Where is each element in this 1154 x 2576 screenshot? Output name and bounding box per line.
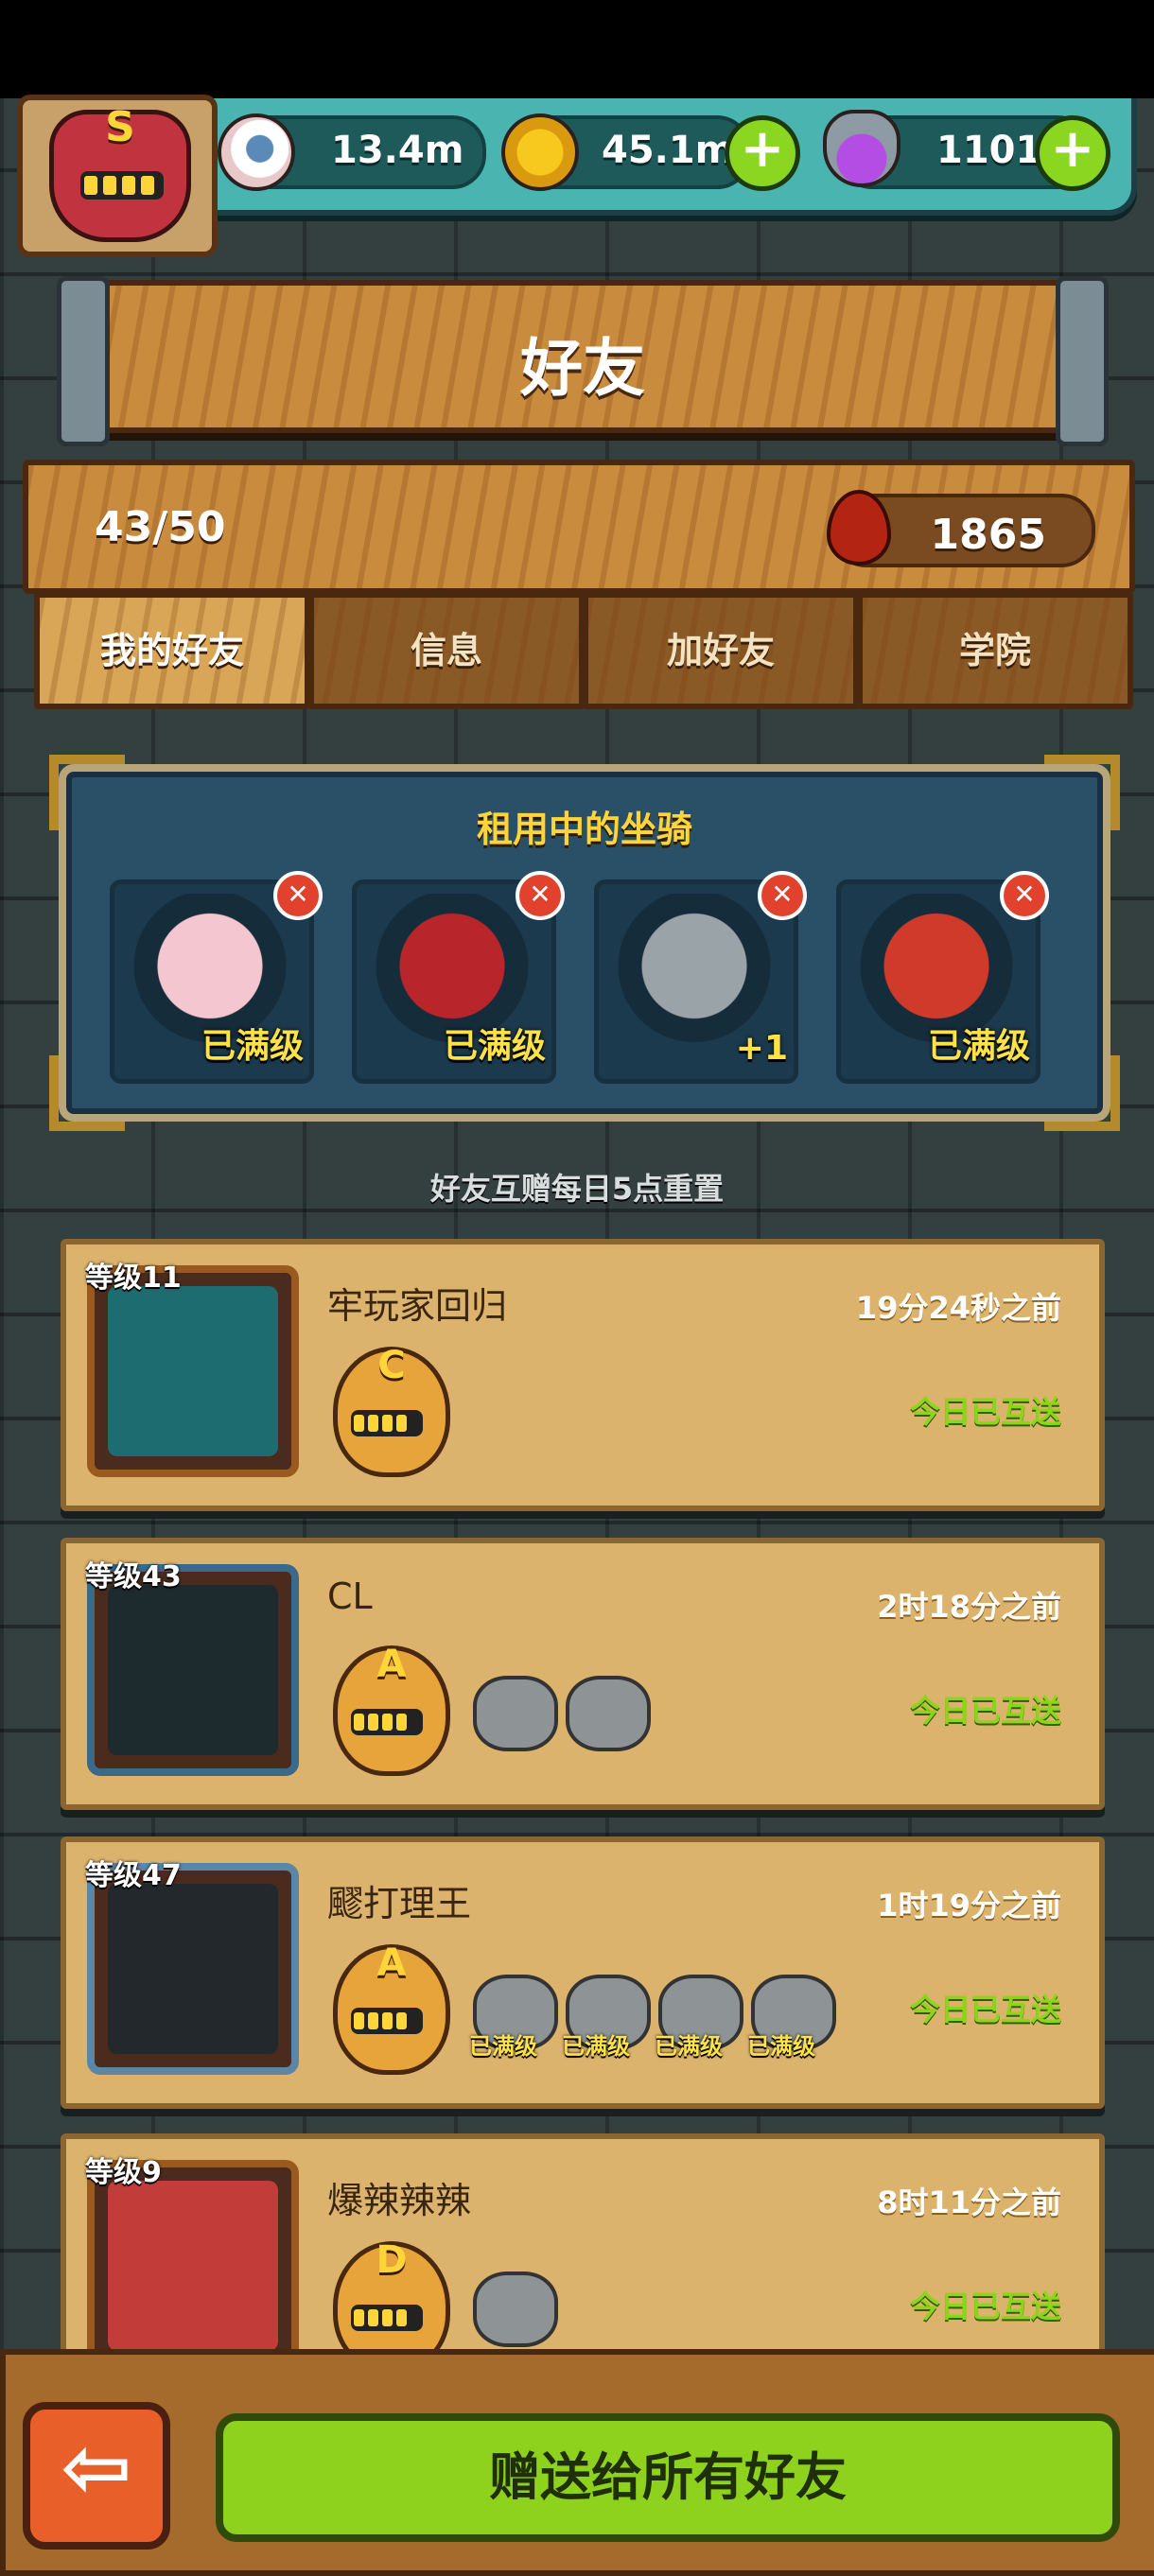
- friend-mount-label: 已满级: [655, 2033, 723, 2060]
- friend-grade: D: [376, 2238, 408, 2282]
- mount-slot[interactable]: 已满级 ✕: [352, 871, 565, 1084]
- tab-add-friend[interactable]: 加好友: [583, 592, 859, 709]
- friend-mount-label: 已满级: [747, 2033, 815, 2060]
- add-potions-button[interactable]: +: [1035, 115, 1110, 191]
- title-plank: 好友: [57, 276, 1109, 446]
- friend-name: 飂打理王: [327, 1883, 472, 1924]
- friend-count: 43/50: [95, 503, 226, 551]
- blood-points-value: 1865: [930, 511, 1046, 559]
- friend-monster-icon: [108, 1585, 278, 1755]
- friend-card[interactable]: 等级47 飂打理王 1时19分之前 今日已互送 A 已满级 已满级 已满级 已满级: [61, 1836, 1105, 2109]
- friend-card[interactable]: 等级43 CL 2时18分之前今日已互送 A: [61, 1538, 1105, 1810]
- remove-mount-icon[interactable]: ✕: [758, 871, 807, 920]
- friend-gift-status: 今日已互送: [909, 1693, 1061, 1729]
- teeth-icon: [351, 1709, 423, 1735]
- status-bar: [0, 0, 1154, 98]
- friend-avatar[interactable]: [87, 2160, 299, 2372]
- friend-rank-badge: C: [333, 1344, 450, 1477]
- eyes-pill: 13.4m: [218, 113, 486, 191]
- friend-grade: A: [376, 1941, 407, 1985]
- mount-slot-label: +1: [735, 1029, 788, 1068]
- mount-slot-label: 已满级: [443, 1027, 546, 1066]
- eyes-value: 13.4m: [331, 129, 464, 172]
- player-monster-icon: S: [49, 103, 191, 242]
- teeth-icon: [351, 2305, 423, 2331]
- player-avatar[interactable]: S: [17, 95, 218, 257]
- friend-name: 爆辣辣辣: [327, 2180, 472, 2221]
- friend-avatar[interactable]: [87, 1265, 299, 1477]
- teeth-icon: [351, 1410, 423, 1436]
- friend-level: 等级47: [85, 1859, 182, 1892]
- resource-bar: 13.4m 45.1m + 1101 +: [189, 98, 1137, 216]
- friend-mount-icon: [473, 1676, 558, 1751]
- friend-gift-status: 今日已互送: [909, 1394, 1061, 1430]
- page-title: 好友: [520, 332, 645, 405]
- friend-grade: A: [376, 1643, 407, 1686]
- blood-drop-icon: [827, 490, 891, 566]
- eyeball-icon: [218, 113, 295, 191]
- coin-icon: [501, 113, 579, 191]
- friend-rank-badge: A: [333, 1643, 450, 1776]
- reset-note: 好友互赠每日5点重置: [429, 1171, 725, 1207]
- back-button[interactable]: ⇦: [23, 2402, 170, 2550]
- tab-my-friends[interactable]: 我的好友: [34, 592, 310, 709]
- friend-stats-plank: 43/50 1865: [23, 460, 1135, 594]
- gift-all-friends-button[interactable]: 赠送给所有好友: [216, 2413, 1120, 2542]
- friend-monster-icon: [108, 1884, 278, 2054]
- rented-mounts-panel: 租用中的坐骑 已满级 ✕ 已满级 ✕ +1 ✕ 已满级 ✕: [49, 755, 1120, 1131]
- friend-tabs: 我的好友 信息 加好友 学院: [34, 592, 1133, 709]
- friend-gift-status: 今日已互送: [909, 1992, 1061, 2028]
- friend-level: 等级43: [85, 1560, 182, 1593]
- friend-last-seen: 8时11分之前: [877, 2184, 1061, 2220]
- teeth-icon: [80, 171, 164, 200]
- friend-monster-icon: [108, 1286, 278, 1456]
- panel-corner: [1044, 1055, 1120, 1131]
- friend-last-seen: 1时19分之前: [877, 1888, 1061, 1923]
- blood-points-pill: 1865: [827, 490, 1095, 567]
- mount-slot-label: 已满级: [201, 1027, 304, 1066]
- friend-monster-icon: [108, 2181, 278, 2351]
- friend-name: 牢玩家回归: [327, 1285, 508, 1327]
- friend-level: 等级11: [85, 1262, 182, 1295]
- friend-last-seen: 19分24秒之前: [855, 1290, 1061, 1326]
- potions-value: 1101: [936, 129, 1042, 172]
- tab-academy[interactable]: 学院: [857, 592, 1133, 709]
- friend-gift-status: 今日已互送: [909, 2289, 1061, 2324]
- friend-avatar[interactable]: [87, 1564, 299, 1776]
- remove-mount-icon[interactable]: ✕: [1000, 871, 1049, 920]
- friend-mount-icon: [473, 2271, 558, 2347]
- friend-level: 等级9: [85, 2156, 162, 2189]
- friend-mount-label: 已满级: [562, 2033, 630, 2060]
- tab-messages[interactable]: 信息: [308, 592, 585, 709]
- mount-slot[interactable]: +1 ✕: [594, 871, 807, 1084]
- player-grade: S: [105, 103, 135, 151]
- mount-slot-label: 已满级: [927, 1027, 1030, 1066]
- rented-mounts-title: 租用中的坐骑: [476, 809, 692, 850]
- add-coins-button[interactable]: +: [725, 115, 800, 191]
- friend-card[interactable]: 等级11 牢玩家回归 19分24秒之前今日已互送 C: [61, 1239, 1105, 1511]
- remove-mount-icon[interactable]: ✕: [516, 871, 565, 920]
- teeth-icon: [351, 2008, 423, 2034]
- friend-grade: C: [377, 1344, 406, 1387]
- mount-slot[interactable]: 已满级 ✕: [836, 871, 1049, 1084]
- coins-pill: 45.1m: [501, 113, 751, 191]
- mount-slot[interactable]: 已满级 ✕: [110, 871, 323, 1084]
- friend-last-seen: 2时18分之前: [877, 1589, 1061, 1625]
- coins-value: 45.1m: [602, 129, 735, 172]
- friend-avatar[interactable]: [87, 1863, 299, 2075]
- potion-icon: [823, 110, 900, 187]
- arrow-left-icon: ⇦: [61, 2418, 132, 2517]
- friend-rank-badge: A: [333, 1941, 450, 2075]
- friend-mount-label: 已满级: [469, 2033, 537, 2060]
- friend-name: CL: [327, 1575, 373, 1617]
- friend-mount-icon: [566, 1676, 651, 1751]
- remove-mount-icon[interactable]: ✕: [273, 871, 323, 920]
